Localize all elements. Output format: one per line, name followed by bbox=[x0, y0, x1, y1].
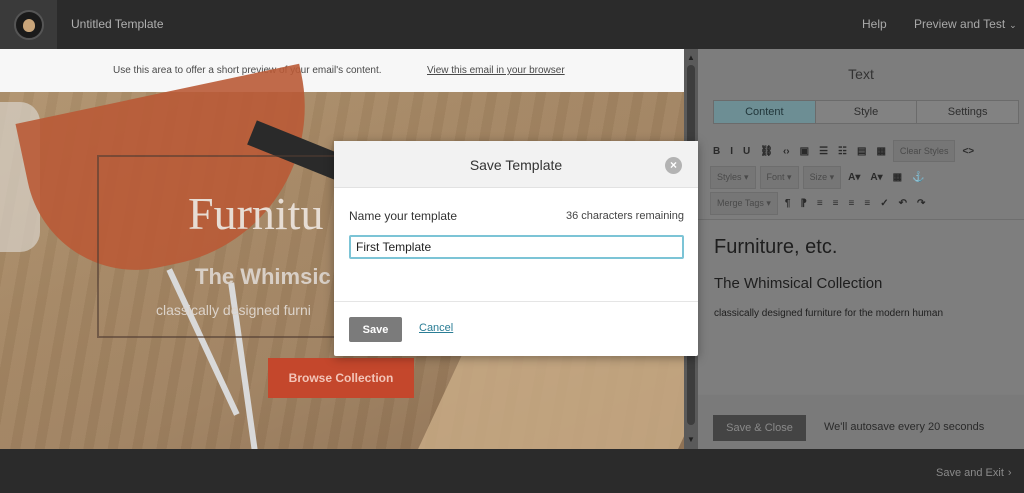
close-icon[interactable]: × bbox=[665, 157, 682, 174]
save-template-dialog: Save Template × Name your template 36 ch… bbox=[334, 141, 698, 356]
template-name-input[interactable] bbox=[349, 235, 684, 259]
save-button[interactable]: Save bbox=[349, 317, 402, 342]
dialog-title: Save Template bbox=[469, 157, 563, 173]
template-name-label: Name your template bbox=[349, 209, 458, 223]
dialog-divider bbox=[334, 301, 698, 302]
dialog-header: Save Template × bbox=[334, 141, 698, 188]
characters-remaining: 36 characters remaining bbox=[565, 210, 684, 222]
cancel-link[interactable]: Cancel bbox=[419, 322, 453, 334]
